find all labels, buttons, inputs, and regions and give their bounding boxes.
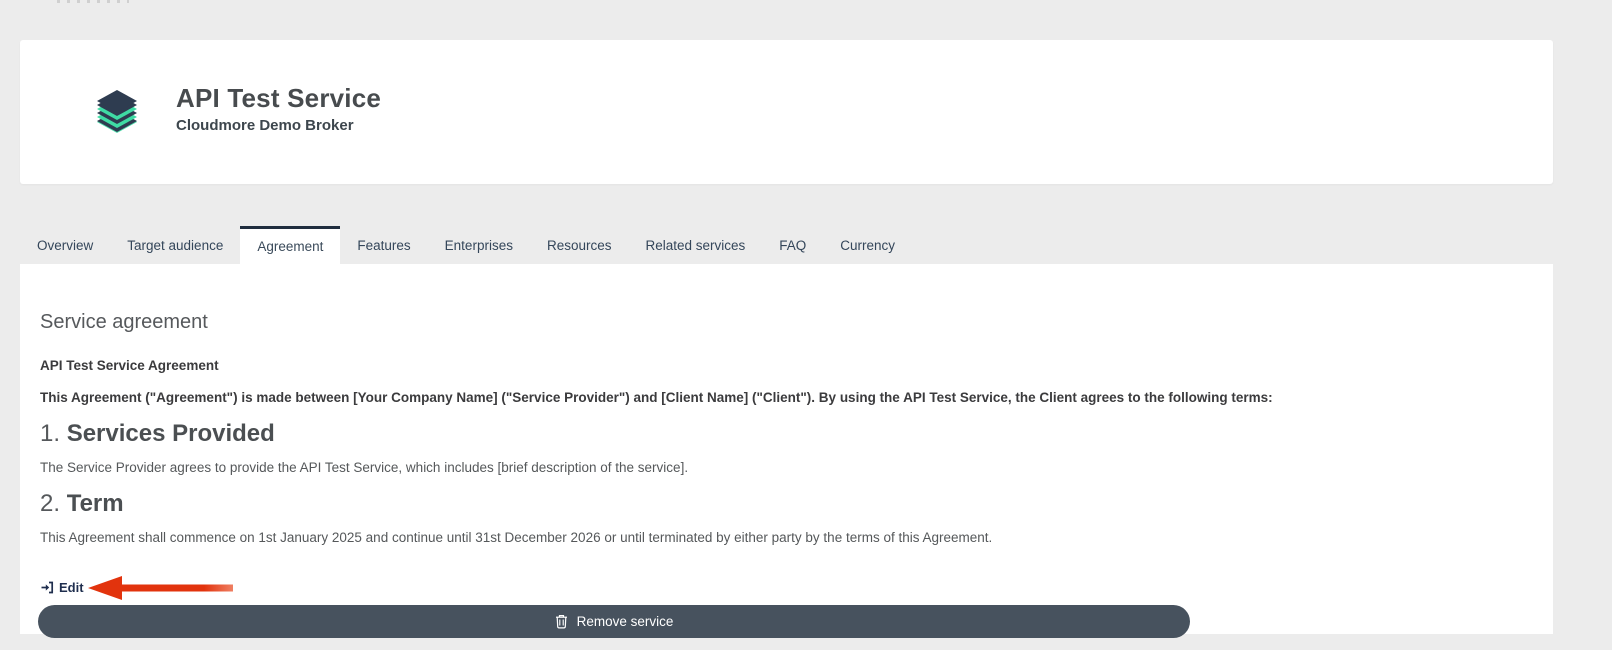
section-2-heading: 2. Term (40, 489, 1533, 519)
page-title: API Test Service (176, 83, 382, 113)
section-title: Service agreement (40, 311, 208, 333)
tab-enterprises[interactable]: Enterprises (428, 226, 530, 264)
layers-stack-icon (93, 88, 141, 136)
agreement-content-card: Service agreement API Test Service Agree… (20, 264, 1553, 638)
tab-currency[interactable]: Currency (823, 226, 912, 264)
tab-overview[interactable]: Overview (20, 226, 110, 264)
section-1-heading: 1. Services Provided (40, 419, 1533, 449)
edit-link-label: Edit (59, 580, 84, 595)
edit-agreement-link[interactable]: Edit (40, 580, 84, 595)
section-2-name: Term (66, 490, 124, 517)
section-2-number: 2. (40, 490, 61, 517)
broker-subtitle: Cloudmore Demo Broker (176, 117, 354, 134)
tab-target-audience[interactable]: Target audience (110, 226, 240, 264)
agreement-intro: This Agreement ("Agreement") is made bet… (40, 390, 1273, 405)
sign-in-icon (40, 581, 54, 594)
section-1-name: Services Provided (66, 420, 275, 447)
remove-service-label: Remove service (576, 614, 674, 629)
agreement-title: API Test Service Agreement (40, 358, 219, 373)
section-1-number: 1. (40, 420, 61, 447)
tab-agreement[interactable]: Agreement (240, 226, 341, 264)
tab-faq[interactable]: FAQ (762, 226, 823, 264)
section-1-body: The Service Provider agrees to provide t… (40, 460, 689, 475)
remove-service-button[interactable]: Remove service (38, 605, 1190, 638)
service-header-card: API Test Service Cloudmore Demo Broker (20, 40, 1553, 184)
tab-related-services[interactable]: Related services (628, 226, 762, 264)
tab-features[interactable]: Features (340, 226, 427, 264)
red-arrow-annotation (88, 575, 234, 601)
trash-icon (555, 614, 568, 629)
tab-bar: Overview Target audience Agreement Featu… (20, 226, 912, 264)
section-2-body: This Agreement shall commence on 1st Jan… (40, 530, 993, 545)
clipped-text-fragment (57, 0, 129, 3)
tab-resources[interactable]: Resources (530, 226, 629, 264)
edit-row: Edit (40, 576, 1533, 600)
